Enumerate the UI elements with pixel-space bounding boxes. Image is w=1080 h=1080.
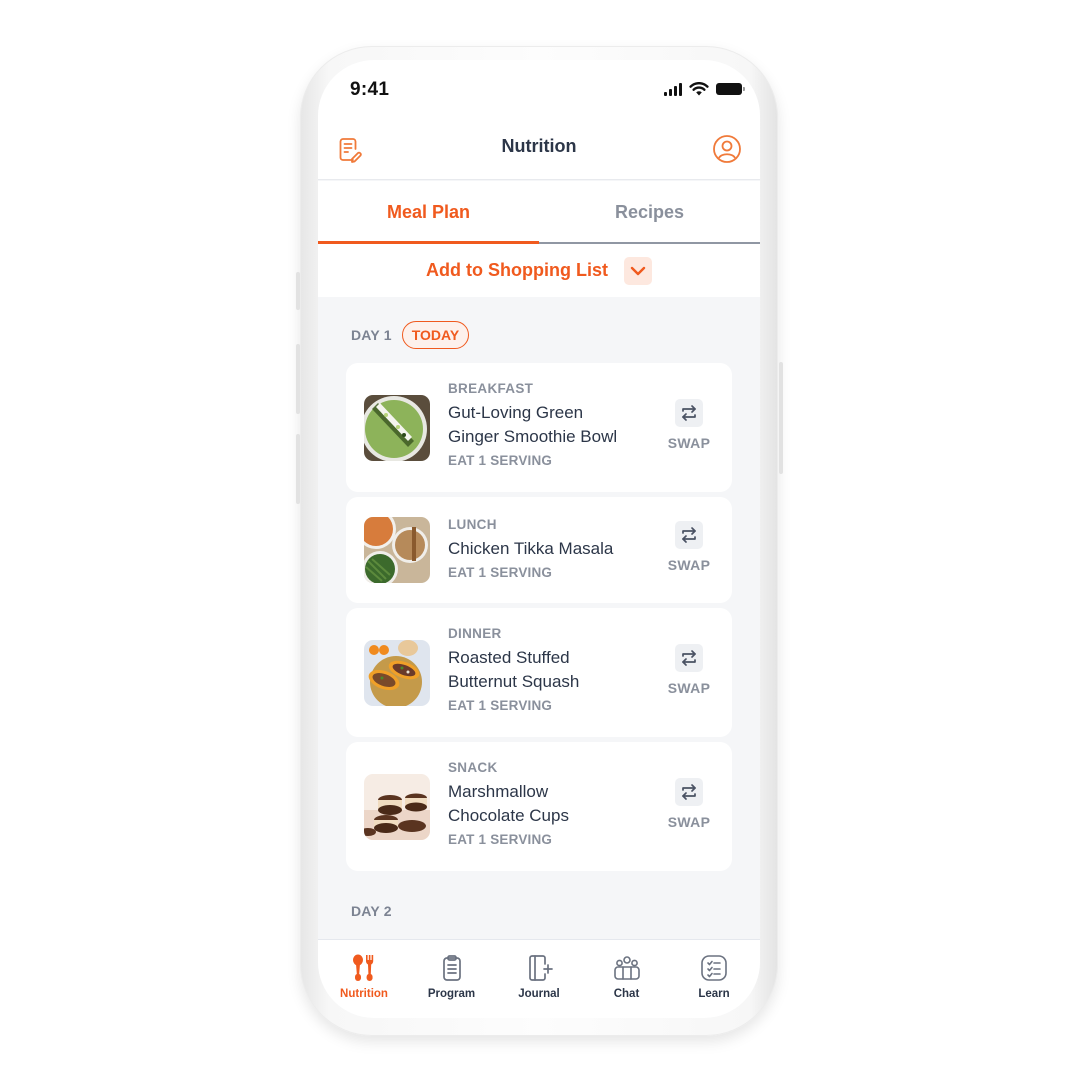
meal-image-chicken-tikka-masala bbox=[364, 517, 430, 583]
nav-item-journal[interactable]: Journal bbox=[499, 940, 579, 1018]
swap-label: SWAP bbox=[667, 435, 711, 451]
nav-item-program[interactable]: Program bbox=[412, 940, 492, 1018]
meal-type: DINNER bbox=[448, 626, 502, 641]
add-to-shopping-list[interactable]: Add to Shopping List bbox=[318, 244, 760, 297]
page-title: Nutrition bbox=[501, 136, 577, 156]
swap-icon bbox=[675, 521, 703, 549]
tab-label: Meal Plan bbox=[386, 202, 471, 222]
meal-name-line: Ginger Smoothie Bowl bbox=[448, 427, 618, 446]
meal-serving: EAT 1 SERVING bbox=[448, 453, 553, 468]
meal-type: SNACK bbox=[448, 760, 498, 775]
silent-switch bbox=[296, 272, 300, 310]
tab-recipes[interactable]: Recipes bbox=[539, 181, 760, 244]
nav-item-nutrition[interactable]: Nutrition bbox=[324, 940, 404, 1018]
day-label: DAY 1 bbox=[351, 327, 392, 343]
shopping-list-dropdown-button[interactable] bbox=[623, 256, 652, 285]
meal-name: Roasted Stuffed Butternut Squash bbox=[448, 646, 648, 694]
swap-button[interactable]: SWAP bbox=[664, 521, 714, 573]
app-header: Nutrition bbox=[318, 122, 760, 180]
meal-name-line: Butternut Squash bbox=[448, 672, 580, 691]
meal-card-lunch[interactable]: LUNCH Chicken Tikka Masala EAT 1 SERVING… bbox=[346, 497, 732, 603]
clipboard-icon bbox=[437, 953, 467, 983]
meal-card-breakfast[interactable]: BREAKFAST Gut-Loving Green Ginger Smooth… bbox=[346, 363, 732, 492]
nav-label: Journal bbox=[518, 988, 560, 1000]
tab-bar: Meal Plan Recipes bbox=[318, 181, 760, 244]
tab-meal-plan[interactable]: Meal Plan bbox=[318, 181, 539, 244]
battery-icon bbox=[716, 83, 745, 95]
meal-name: Chicken Tikka Masala bbox=[448, 537, 648, 561]
cellular-signal-icon bbox=[664, 82, 682, 96]
checklist-icon bbox=[699, 953, 729, 983]
journal-add-icon bbox=[524, 953, 554, 983]
meal-details: SNACK Marshmallow Chocolate Cups EAT 1 S… bbox=[448, 760, 648, 847]
fork-spoon-icon bbox=[349, 953, 379, 983]
meal-card-dinner[interactable]: DINNER Roasted Stuffed Butternut Squash … bbox=[346, 608, 732, 737]
chevron-down-icon bbox=[630, 266, 646, 275]
volume-down-button bbox=[296, 434, 300, 504]
status-bar: 9:41 bbox=[318, 60, 760, 122]
status-icons bbox=[664, 82, 745, 96]
nav-label: Nutrition bbox=[340, 988, 388, 1000]
swap-label: SWAP bbox=[667, 814, 711, 830]
swap-label: SWAP bbox=[667, 557, 711, 573]
tab-label: Recipes bbox=[614, 202, 685, 222]
meal-name-line: Marshmallow bbox=[448, 782, 549, 801]
swap-button[interactable]: SWAP bbox=[664, 778, 714, 830]
meal-serving: EAT 1 SERVING bbox=[448, 698, 553, 713]
swap-button[interactable]: SWAP bbox=[664, 644, 714, 696]
day-header: DAY 1 TODAY bbox=[351, 321, 470, 349]
swap-icon bbox=[675, 644, 703, 672]
nav-label: Program bbox=[427, 988, 476, 1000]
day-label: DAY 2 bbox=[351, 903, 392, 919]
swap-icon bbox=[675, 778, 703, 806]
nav-label: Chat bbox=[613, 988, 640, 1000]
meal-name-line: Roasted Stuffed bbox=[448, 648, 570, 667]
volume-up-button bbox=[296, 344, 300, 414]
today-badge: TODAY bbox=[401, 321, 470, 349]
meal-card-snack[interactable]: SNACK Marshmallow Chocolate Cups EAT 1 S… bbox=[346, 742, 732, 871]
meal-name-line: Gut-Loving Green bbox=[448, 403, 584, 422]
meal-name: Gut-Loving Green Ginger Smoothie Bowl bbox=[448, 401, 648, 449]
meal-plan-list: DAY 1 TODAY BREAKFAST Gut-Loving Green G… bbox=[318, 297, 760, 937]
meal-type: LUNCH bbox=[448, 517, 497, 532]
status-time: 9:41 bbox=[350, 79, 390, 100]
meal-image-chocolate-cups bbox=[364, 774, 430, 840]
meal-details: LUNCH Chicken Tikka Masala EAT 1 SERVING bbox=[448, 517, 648, 580]
bottom-nav: Nutrition Program Journal Chat Learn bbox=[318, 939, 760, 1018]
nav-label: Learn bbox=[698, 988, 730, 1000]
wifi-icon bbox=[689, 82, 709, 96]
nav-item-learn[interactable]: Learn bbox=[674, 940, 754, 1018]
power-button bbox=[779, 362, 783, 474]
meal-image-stuffed-butternut-squash bbox=[364, 640, 430, 706]
meal-name-line: Chocolate Cups bbox=[448, 806, 569, 825]
group-chat-icon bbox=[612, 953, 642, 983]
meal-details: DINNER Roasted Stuffed Butternut Squash … bbox=[448, 626, 648, 713]
swap-label: SWAP bbox=[667, 680, 711, 696]
swap-button[interactable]: SWAP bbox=[664, 399, 714, 451]
meal-type: BREAKFAST bbox=[448, 381, 534, 396]
meal-serving: EAT 1 SERVING bbox=[448, 565, 553, 580]
meal-name-line: Chicken Tikka Masala bbox=[448, 539, 614, 558]
phone-screen: 9:41 Nutrition Meal Plan Recipes Add to … bbox=[318, 60, 760, 1018]
meal-details: BREAKFAST Gut-Loving Green Ginger Smooth… bbox=[448, 381, 648, 468]
meal-image-green-smoothie-bowl bbox=[364, 395, 430, 461]
nav-item-chat[interactable]: Chat bbox=[587, 940, 667, 1018]
swap-icon bbox=[675, 399, 703, 427]
user-profile-icon[interactable] bbox=[712, 134, 742, 164]
meal-serving: EAT 1 SERVING bbox=[448, 832, 553, 847]
add-to-shopping-list-label: Add to Shopping List bbox=[426, 260, 608, 280]
meal-name: Marshmallow Chocolate Cups bbox=[448, 780, 648, 828]
day-header: DAY 2 bbox=[351, 903, 392, 919]
